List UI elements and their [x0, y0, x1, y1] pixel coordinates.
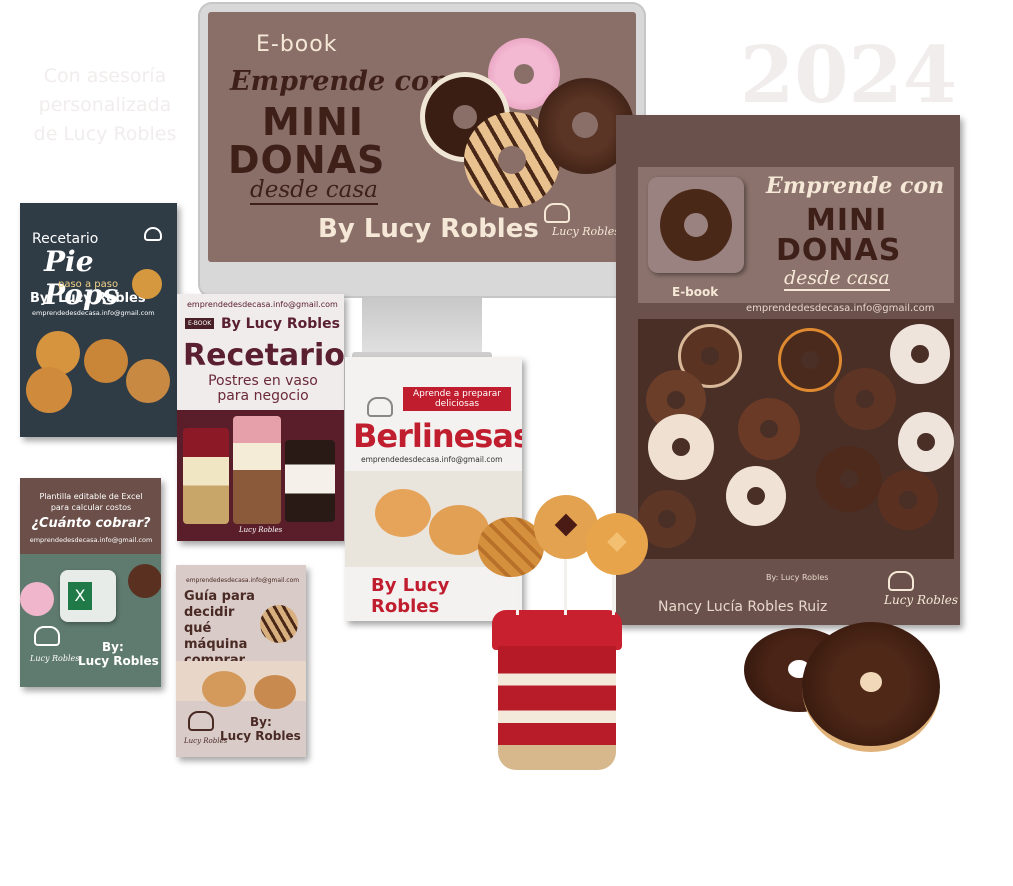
chef-hat-icon — [188, 711, 214, 731]
donut-choc-small — [128, 564, 161, 598]
cobrar-line2: para calcular costos — [50, 503, 132, 512]
main-cover-logo: Lucy Robles — [878, 567, 958, 617]
monitor-logo: Lucy Robles — [538, 197, 620, 247]
main-cover-email: emprendedesdecasa.info@gmail.com — [746, 303, 935, 314]
main-cover-author-full: Nancy Lucía Robles Ruiz — [658, 599, 828, 615]
main-cover-by: By: Lucy Robles — [766, 573, 829, 582]
postres-logo: Lucy Robles — [239, 526, 283, 534]
pie-pop-5 — [132, 269, 162, 299]
pie-pops-email: emprendedesdecasa.info@gmail.com — [32, 309, 155, 317]
monitor-logo-text: Lucy Robles — [552, 225, 620, 238]
guia-maquina-cover: emprendedesdecasa.info@gmail.com Guía pa… — [176, 565, 306, 757]
donut-11 — [878, 470, 938, 530]
cobrar-line1: Plantilla editable de Excel — [39, 492, 143, 501]
pie-pops-subtitle: paso a paso — [58, 279, 119, 290]
donut-pink-small — [20, 582, 54, 616]
pie-pop-3 — [26, 367, 72, 413]
chef-hat-icon — [544, 203, 570, 223]
cobrar-email: emprendedesdecasa.info@gmail.com — [29, 536, 153, 544]
chef-hat-icon — [367, 397, 393, 417]
main-cover-logo-text: Lucy Robles — [884, 593, 959, 607]
monitor-title-big2: DONAS — [228, 138, 386, 182]
pie-pops-author: By: Lucy Robles — [30, 291, 146, 306]
monitor-author: By Lucy Robles — [318, 214, 539, 244]
cobrar-by: By: — [102, 640, 124, 654]
guia-email: emprendedesdecasa.info@gmail.com — [186, 577, 300, 584]
donut-8 — [898, 412, 954, 472]
main-cover-title-line1: Emprende con — [766, 173, 945, 199]
donut-grid — [638, 320, 954, 560]
postres-author: By Lucy Robles — [221, 316, 340, 332]
monitor: E-book Emprende con MINI DONAS desde cas… — [198, 2, 646, 298]
cup-3 — [285, 440, 335, 522]
guia-author: Lucy Robles — [220, 729, 301, 743]
tagline-line-1: Con asesoría — [43, 65, 167, 87]
guia-title: Guía para decidir qué máquina comprar — [184, 589, 255, 668]
donut-7 — [648, 414, 714, 480]
berlinesas-title: Berlinesas — [353, 417, 522, 455]
donut-10 — [726, 466, 786, 526]
donut-3 — [890, 324, 950, 384]
postres-email: emprendedesdecasa.info@gmail.com — [187, 300, 338, 309]
cup-2 — [233, 416, 281, 524]
monitor-neck — [362, 298, 482, 358]
guia-by: By: — [250, 715, 272, 729]
chef-hat-icon — [34, 626, 60, 646]
cobrar-author: Lucy Robles — [78, 654, 159, 668]
postres-title: Recetario — [183, 338, 344, 373]
dessert-cup — [492, 610, 622, 780]
monitor-title-line3: desde casa — [250, 177, 378, 205]
donut-guia-top — [260, 605, 298, 643]
berlinesas-tag: Aprende a preparar deliciosas — [403, 387, 511, 411]
pie-pop-4 — [126, 359, 170, 403]
pie-pops-cover: Recetario Pie Pops paso a paso By: Lucy … — [20, 203, 177, 437]
berlinesas-email: emprendedesdecasa.info@gmail.com — [361, 455, 503, 464]
cobrar-logo: Lucy Robles — [30, 654, 80, 663]
tagline-line-3: de Lucy Robles — [33, 123, 177, 145]
background-tagline: Con asesoría personalizada de Lucy Roble… — [10, 62, 200, 149]
cobrar-title: ¿Cuánto cobrar? — [31, 516, 151, 531]
berlinesa-1 — [375, 489, 431, 537]
postres-badge: E-BOOK — [185, 318, 215, 329]
background-year: 2024 — [740, 30, 958, 121]
tagline-line-2: personalizada — [38, 94, 172, 116]
donut-6 — [738, 398, 800, 460]
monitor-screen: E-book Emprende con MINI DONAS desde cas… — [208, 12, 636, 262]
donut-guia-2 — [254, 675, 296, 709]
main-cover-title-line3: desde casa — [784, 267, 890, 291]
main-cover-ebook-label: E-book — [672, 285, 719, 299]
excel-icon: X — [60, 570, 116, 622]
donut-5 — [834, 368, 896, 430]
cup-1 — [183, 428, 229, 524]
pie-pop-sticks — [478, 495, 650, 615]
chef-hat-icon — [144, 227, 162, 241]
monitor-ebook-label: E-book — [256, 32, 338, 57]
pie-pop-2 — [84, 339, 128, 383]
donut-9 — [816, 446, 882, 512]
main-cover-donut-tile — [648, 177, 744, 273]
guia-logo: Lucy Robles — [184, 737, 228, 745]
postres-vaso-cover: emprendedesdecasa.info@gmail.com E-BOOK … — [177, 294, 344, 541]
donut-guia-1 — [202, 671, 246, 707]
donut-2 — [778, 328, 842, 392]
postres-subtitle: Postres en vaso para negocio — [208, 373, 318, 404]
donuts-pair — [744, 622, 940, 752]
main-cover-title-big2: DONAS — [776, 233, 902, 268]
cuanto-cobrar-cover: Plantilla editable de Excel para calcula… — [20, 478, 161, 687]
monitor-title-line1: Emprende con — [230, 66, 449, 97]
chef-hat-icon — [888, 571, 914, 591]
